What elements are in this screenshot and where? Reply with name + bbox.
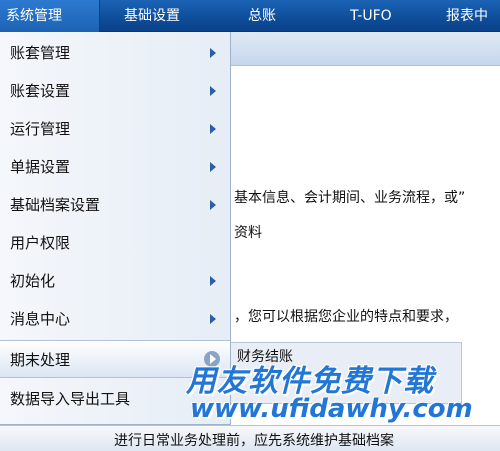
submenu-arrow-icon: [210, 124, 216, 134]
submenu-arrow-icon: [210, 314, 216, 324]
watermark-url: www.ufidawhy.com: [190, 394, 473, 424]
menu-item-label: 账套管理: [10, 44, 71, 62]
content-text-line-2: 资料: [234, 225, 262, 241]
menu-item-label: 期末处理: [10, 351, 71, 369]
menu-item-label: 基础档案设置: [10, 196, 101, 214]
menu-item-initialization[interactable]: 初始化: [0, 262, 230, 300]
submenu-arrow-icon: [210, 276, 216, 286]
menu-item-document-settings[interactable]: 单据设置: [0, 148, 230, 186]
bottom-text: 进行日常业务处理前，应先系统维护基础档案: [114, 433, 394, 449]
menu-item-basic-archive-settings[interactable]: 基础档案设置: [0, 186, 230, 224]
menu-system-management[interactable]: 系统管理: [0, 0, 100, 32]
menu-item-account-set-management[interactable]: 账套管理: [0, 34, 230, 72]
content-header-strip: [230, 32, 500, 66]
content-text-line-1: 基本信息、会计期间、业务流程，或”: [234, 190, 466, 206]
menu-item-label: 用户权限: [10, 234, 71, 252]
menu-item-label: 数据导入导出工具: [10, 390, 131, 408]
content-text-line-3: ，您可以根据您企业的特点和要求，: [234, 309, 458, 325]
menu-item-label: 消息中心: [10, 310, 71, 328]
submenu-arrow-icon: [210, 162, 216, 172]
menu-basic-settings[interactable]: 基础设置: [124, 0, 180, 32]
menu-item-label: 账套设置: [10, 82, 71, 100]
menu-t-ufo[interactable]: T-UFO: [350, 0, 392, 32]
menu-item-run-management[interactable]: 运行管理: [0, 110, 230, 148]
submenu-arrow-icon: [210, 86, 216, 96]
menu-item-label: 单据设置: [10, 158, 71, 176]
menu-reports[interactable]: 报表中: [446, 0, 488, 32]
menu-item-label: 运行管理: [10, 120, 71, 138]
menu-item-user-permissions[interactable]: 用户权限: [0, 224, 230, 262]
menu-item-message-center[interactable]: 消息中心: [0, 300, 230, 338]
submenu-arrow-icon: [210, 48, 216, 58]
top-menu-bar: 系统管理 基础设置 总账 T-UFO 报表中: [0, 0, 500, 32]
menu-item-label: 初始化: [10, 272, 56, 290]
submenu-arrow-icon: [210, 200, 216, 210]
menu-general-ledger[interactable]: 总账: [248, 0, 276, 32]
menu-item-account-set-settings[interactable]: 账套设置: [0, 72, 230, 110]
bottom-status-bar: 进行日常业务处理前，应先系统维护基础档案: [0, 425, 500, 451]
